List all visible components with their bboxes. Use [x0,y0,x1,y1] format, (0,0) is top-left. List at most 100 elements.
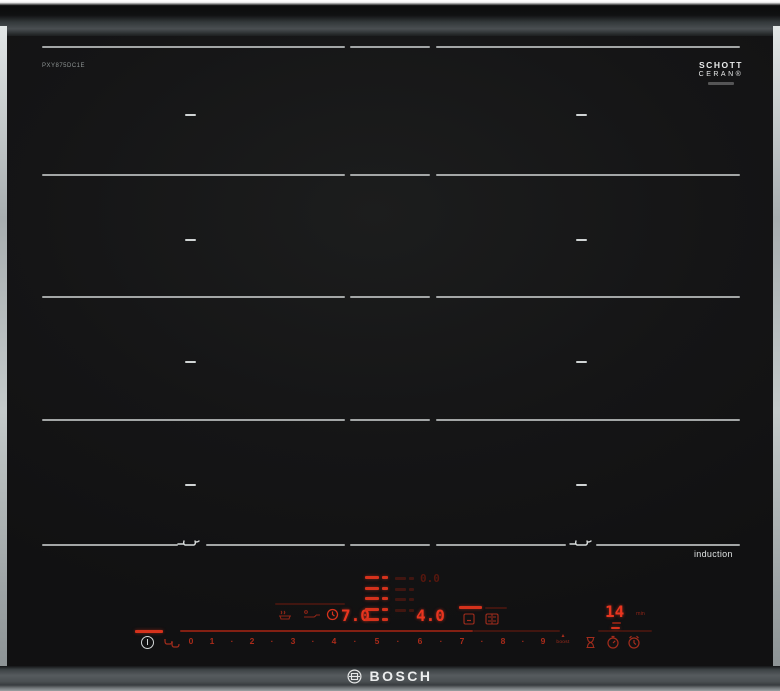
induction-cooktop: PXY875DC1E SCHOTT CERAN® induction 7.0 [0,0,780,691]
pan-detection-icon[interactable] [163,637,180,649]
flexzone-segment-dim [409,588,414,591]
slider-dot[interactable]: · [517,636,529,646]
flexzone-segment [365,597,379,600]
left-function-overline [275,603,345,605]
zone-line [436,46,740,48]
slider-dot[interactable]: · [349,636,361,646]
flexzone-segment [365,587,379,590]
flexzone-segment-dim [395,577,406,580]
zone-line [350,46,430,48]
zone-line [350,174,430,176]
slider-line [180,630,473,632]
zone-single-icon[interactable] [463,613,475,625]
flexzone-segment [365,618,379,621]
right-trim [773,26,780,668]
timer-key-marker [611,627,620,629]
slider-dot[interactable]: · [226,636,238,646]
timer-display: 14 [605,602,624,621]
zone-line [436,419,740,421]
boost-label: boost [551,640,575,645]
power-icon[interactable] [141,636,154,649]
slider-level[interactable]: 2 [246,636,258,646]
pan-symbol-icon [177,537,203,549]
slider-level[interactable]: 4 [328,636,340,646]
flexzone-segment-dim [395,609,406,612]
boost-icon: ▴ [551,633,575,639]
slider-level[interactable]: 5 [371,636,383,646]
flexzone-segment-dim [409,598,414,601]
zone-centre-mark [185,361,196,363]
zone-line [350,419,430,421]
schott-ceran-logo: SCHOTT CERAN® [698,60,744,85]
flexzone-segment [365,608,379,611]
flexzone-segment [382,618,388,621]
flexzone-segment [382,608,388,611]
model-number: PXY875DC1E [42,63,85,69]
zone-line [42,296,345,298]
slider-level[interactable]: 1 [206,636,218,646]
slider-line-dim [473,630,560,632]
cooktop-back-edge [0,0,780,40]
left-trim [0,26,7,668]
zone-centre-mark [185,114,196,116]
flexzone-segment-dim [409,577,414,580]
zone-select-overline-dim [485,607,507,609]
slider-level[interactable]: 6 [414,636,426,646]
slider-level[interactable]: 9 [537,636,549,646]
frying-sensor-icon[interactable] [303,609,321,620]
slider-dot[interactable]: · [392,636,404,646]
flexzone-segment-dim [395,588,406,591]
slider-level[interactable]: 0 [185,636,197,646]
zone-line [436,174,740,176]
zone-line [42,419,345,421]
secondary-display: 0.0 [420,572,440,585]
zone-centre-mark [576,239,587,241]
zone-select-overline [459,606,482,609]
flexzone-segment-dim [409,609,414,612]
right-zone-power-display: 4.0 [416,606,445,625]
cooktop-front-edge: BOSCH [0,666,780,691]
timer-key-overline [598,630,652,632]
slider-dot[interactable]: · [435,636,447,646]
zone-line [436,544,566,546]
slider-line-bright [135,630,163,633]
zone-line [436,296,740,298]
zone-line [206,544,345,546]
schott-ceran-line1: SCHOTT [698,60,744,70]
slider-level[interactable]: 3 [287,636,299,646]
zone-line [42,174,345,176]
zone-line [42,46,345,48]
flexzone-segment [382,576,388,579]
stopwatch-icon[interactable] [606,635,620,649]
zone-centre-mark [185,239,196,241]
flexzone-segment [365,576,379,579]
bosch-logo-icon [347,669,362,684]
slider-dot[interactable]: · [307,636,319,646]
pan-symbol-icon [569,537,595,549]
schott-ceran-subtext [708,82,734,85]
slider-level[interactable]: 7 [456,636,468,646]
zone-centre-mark [576,361,587,363]
zone-centre-mark [576,114,587,116]
slider-dot[interactable]: · [476,636,488,646]
keep-warm-icon[interactable] [278,609,294,620]
hourglass-icon[interactable] [585,636,596,649]
zone-line [42,544,178,546]
slider-level[interactable]: 8 [497,636,509,646]
ceramic-glass-surface [0,36,780,668]
bosch-wordmark: BOSCH [369,668,432,684]
boost-key[interactable]: ▴ boost [551,633,575,645]
zone-centre-mark [185,484,196,486]
flexzone-segment [382,597,388,600]
schott-ceran-line2: CERAN® [698,71,744,78]
clock-icon [326,608,339,621]
zone-centre-mark [576,484,587,486]
zone-combined-icon[interactable] [485,613,499,625]
zone-line [596,544,740,546]
zone-line [350,544,430,546]
flexzone-segment [382,587,388,590]
alarm-clock-icon[interactable] [627,635,641,649]
slider-dot[interactable]: · [266,636,278,646]
flexzone-segment-dim [395,598,406,601]
timer-unit-label: min [636,611,645,617]
